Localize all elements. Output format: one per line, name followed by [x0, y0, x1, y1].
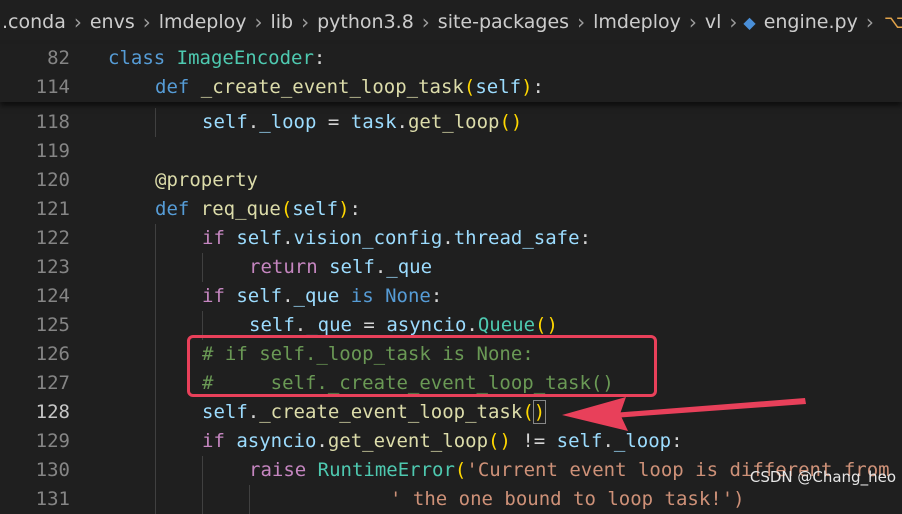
- code-text: def _create_event_loop_task(self):: [155, 73, 544, 102]
- arrow-head: [562, 397, 628, 431]
- sticky-scroll-header[interactable]: 82 class ImageEncoder: 114 def _create_even…: [0, 44, 902, 102]
- watermark: CSDN @Chang_heo: [749, 468, 896, 486]
- code-token: def: [155, 76, 201, 98]
- code-token: _create_event_loop_task: [200, 76, 464, 98]
- line-number: 114: [35, 76, 70, 98]
- code-token: (: [463, 76, 476, 98]
- code-token: class: [108, 47, 177, 69]
- sticky-scroll-line[interactable]: 82 class ImageEncoder:: [0, 44, 902, 73]
- code-token: :: [313, 47, 326, 69]
- code-text: class ImageEncoder:: [108, 44, 325, 73]
- arrow-shaft: [612, 398, 806, 418]
- code-token: ): [521, 76, 533, 98]
- sticky-scroll-line[interactable]: 114 def _create_event_loop_task(self):: [0, 73, 902, 102]
- code-token: :: [532, 76, 544, 98]
- line-number: 82: [47, 47, 70, 69]
- code-token: ImageEncoder: [176, 47, 314, 69]
- code-token: self: [475, 76, 522, 98]
